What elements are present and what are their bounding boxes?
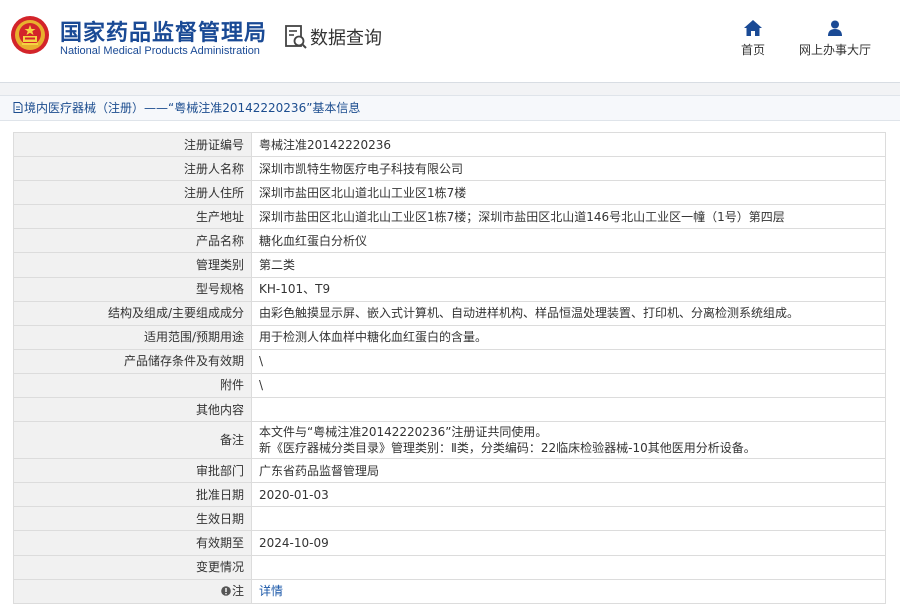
details-link[interactable]: 详情 bbox=[259, 584, 283, 598]
field-value: 2020-01-03 bbox=[251, 482, 886, 508]
field-value: \ bbox=[251, 348, 886, 374]
field-value: 由彩色触摸显示屏、嵌入式计算机、自动进样机构、样品恒温处理装置、打印机、分离检测… bbox=[251, 300, 886, 326]
field-value: 深圳市盐田区北山道北山工业区1栋7楼 bbox=[251, 180, 886, 206]
note-label: 注 bbox=[231, 584, 244, 599]
row-management-class: 管理类别 第二类 bbox=[13, 252, 886, 278]
field-label: 产品名称 bbox=[13, 228, 252, 254]
field-label: 生效日期 bbox=[13, 506, 252, 532]
detail-table: 注册证编号 粤械注准20142220236 注册人名称 深圳市凯特生物医疗电子科… bbox=[13, 131, 886, 604]
header-divider bbox=[0, 82, 900, 95]
field-value: 本文件与“粤械注准20142220236”注册证共同使用。 新《医疗器械分类目录… bbox=[251, 421, 886, 460]
field-label: 产品储存条件及有效期 bbox=[13, 348, 252, 374]
field-label: 变更情况 bbox=[13, 554, 252, 580]
row-remark: 备注 本文件与“粤械注准20142220236”注册证共同使用。 新《医疗器械分… bbox=[13, 421, 886, 460]
field-value: 糖化血红蛋白分析仪 bbox=[251, 228, 886, 254]
org-title-cn: 国家药品监督管理局 bbox=[60, 21, 268, 46]
row-intended-use: 适用范围/预期用途 用于检测人体血样中糖化血红蛋白的含量。 bbox=[13, 324, 886, 350]
breadcrumb: 境内医疗器械（注册）——“粤械注准20142220236”基本信息 bbox=[0, 95, 900, 121]
row-registration-number: 注册证编号 粤械注准20142220236 bbox=[13, 131, 886, 158]
field-label: 注册证编号 bbox=[13, 131, 252, 158]
row-product-name: 产品名称 糖化血红蛋白分析仪 bbox=[13, 228, 886, 254]
field-label: 有效期至 bbox=[13, 530, 252, 556]
remark-line-1: 本文件与“粤械注准20142220236”注册证共同使用。 bbox=[259, 425, 548, 440]
row-approval-department: 审批部门 广东省药品监督管理局 bbox=[13, 458, 886, 484]
field-label: 型号规格 bbox=[13, 276, 252, 302]
field-value: KH-101、T9 bbox=[251, 276, 886, 302]
field-value: 广东省药品监督管理局 bbox=[251, 458, 886, 484]
field-value: 深圳市盐田区北山道北山工业区1栋7楼；深圳市盐田区北山道146号北山工业区一幢（… bbox=[251, 204, 886, 230]
row-other-content: 其他内容 bbox=[13, 397, 886, 423]
row-production-address: 生产地址 深圳市盐田区北山道北山工业区1栋7楼；深圳市盐田区北山道146号北山工… bbox=[13, 204, 886, 230]
row-storage-validity: 产品储存条件及有效期 \ bbox=[13, 348, 886, 374]
site-header: 国家药品监督管理局 National Medical Products Admi… bbox=[0, 0, 900, 82]
field-value: 详情 bbox=[251, 578, 886, 604]
field-value: \ bbox=[251, 372, 886, 399]
data-query-label: 数据查询 bbox=[310, 28, 382, 49]
nav-home[interactable]: 首页 bbox=[708, 20, 798, 58]
row-attachment: 附件 \ bbox=[13, 372, 886, 399]
row-registrant-name: 注册人名称 深圳市凯特生物医疗电子科技有限公司 bbox=[13, 156, 886, 182]
field-value: 用于检测人体血样中糖化血红蛋白的含量。 bbox=[251, 324, 886, 350]
field-label: 备注 bbox=[13, 421, 252, 460]
field-value: 2024-10-09 bbox=[251, 530, 886, 556]
remark-line-2: 新《医疗器械分类目录》管理类别：Ⅱ类，分类编码：22临床检验器械-10其他医用分… bbox=[259, 441, 756, 456]
warning-icon bbox=[221, 586, 231, 596]
field-label: 注 bbox=[13, 578, 252, 604]
org-title-en: National Medical Products Administration bbox=[60, 45, 260, 57]
field-label: 其他内容 bbox=[13, 397, 252, 423]
field-label: 注册人名称 bbox=[13, 156, 252, 182]
record-detail: 注册证编号 粤械注准20142220236 注册人名称 深圳市凯特生物医疗电子科… bbox=[13, 131, 886, 604]
row-change-status: 变更情况 bbox=[13, 554, 886, 580]
field-label: 注册人住所 bbox=[13, 180, 252, 206]
field-value: 第二类 bbox=[251, 252, 886, 278]
national-emblem-icon bbox=[11, 16, 49, 54]
field-label: 批准日期 bbox=[13, 482, 252, 508]
field-value: 深圳市凯特生物医疗电子科技有限公司 bbox=[251, 156, 886, 182]
home-icon bbox=[744, 20, 762, 36]
field-label: 管理类别 bbox=[13, 252, 252, 278]
nav-online-hall-label: 网上办事大厅 bbox=[798, 43, 871, 57]
row-model-spec: 型号规格 KH-101、T9 bbox=[13, 276, 886, 302]
field-label: 适用范围/预期用途 bbox=[13, 324, 252, 350]
nav-online-hall[interactable]: 网上办事大厅 bbox=[790, 20, 880, 58]
row-registrant-address: 注册人住所 深圳市盐田区北山道北山工业区1栋7楼 bbox=[13, 180, 886, 206]
row-approval-date: 批准日期 2020-01-03 bbox=[13, 482, 886, 508]
row-effective-date: 生效日期 bbox=[13, 506, 886, 532]
field-label: 附件 bbox=[13, 372, 252, 399]
user-icon bbox=[828, 20, 842, 36]
field-value bbox=[251, 506, 886, 532]
document-icon bbox=[13, 102, 23, 113]
field-label: 审批部门 bbox=[13, 458, 252, 484]
field-value bbox=[251, 397, 886, 423]
field-label: 结构及组成/主要组成成分 bbox=[13, 300, 252, 326]
row-note: 注 详情 bbox=[13, 578, 886, 604]
breadcrumb-text: 境内医疗器械（注册）——“粤械注准20142220236”基本信息 bbox=[24, 101, 361, 115]
nav-home-label: 首页 bbox=[740, 43, 765, 57]
row-valid-until: 有效期至 2024-10-09 bbox=[13, 530, 886, 556]
field-value bbox=[251, 554, 886, 580]
search-document-icon bbox=[285, 25, 307, 49]
field-value: 粤械注准20142220236 bbox=[251, 131, 886, 158]
field-label: 生产地址 bbox=[13, 204, 252, 230]
data-query-link[interactable]: 数据查询 bbox=[284, 24, 382, 50]
row-structure-composition: 结构及组成/主要组成成分 由彩色触摸显示屏、嵌入式计算机、自动进样机构、样品恒温… bbox=[13, 300, 886, 326]
